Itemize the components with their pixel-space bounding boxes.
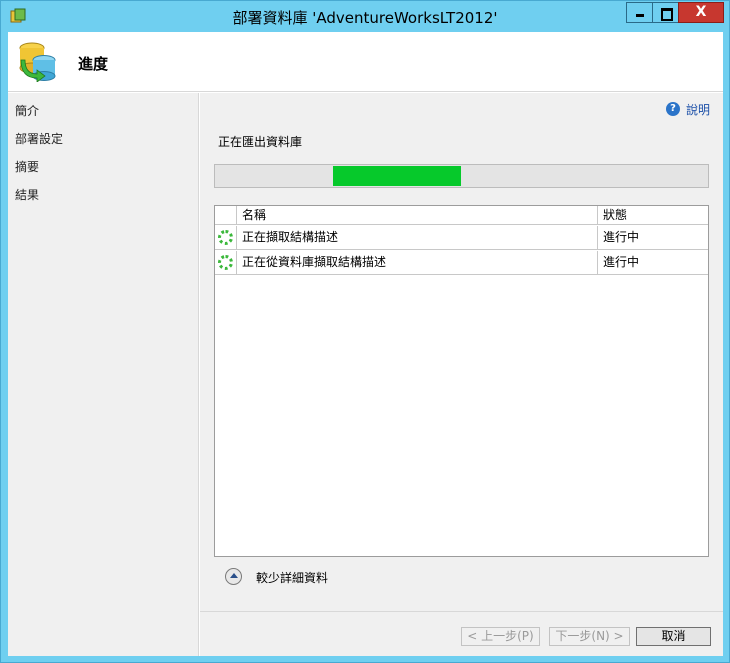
dialog-window: 部署資料庫 'AdventureWorksLT2012' X 進度 簡介 部署設… [0, 0, 730, 663]
maximize-button[interactable] [652, 2, 678, 23]
progress-bar [214, 164, 709, 188]
grid-row-status: 進行中 [603, 230, 640, 244]
dialog-client-area: 進度 簡介 部署設定 摘要 結果 ? 說明 正在匯出資料庫 名稱 狀態 正在擷取… [8, 32, 723, 656]
sidebar-item-intro[interactable]: 簡介 [15, 102, 39, 119]
database-deploy-icon [19, 42, 56, 82]
help-icon[interactable]: ? [666, 102, 680, 116]
wizard-nav-sidebar: 簡介 部署設定 摘要 結果 [8, 93, 199, 656]
grid-row-icon-cell [215, 251, 237, 275]
status-label: 正在匯出資料庫 [218, 135, 303, 149]
grid-header-status[interactable]: 狀態 [598, 206, 708, 225]
grid-header-name[interactable]: 名稱 [237, 206, 598, 225]
table-row[interactable]: 正在從資料庫擷取結構描述 進行中 [215, 251, 708, 275]
sidebar-item-results[interactable]: 結果 [15, 186, 39, 203]
details-toggle-label[interactable]: 較少詳細資料 [256, 569, 328, 586]
help-link[interactable]: 說明 [686, 101, 710, 118]
sidebar-item-summary[interactable]: 摘要 [15, 158, 39, 175]
spinner-icon [218, 230, 233, 245]
grid-row-name: 正在從資料庫擷取結構描述 [237, 251, 598, 275]
grid-header-icon-cell [215, 206, 237, 225]
close-button[interactable]: X [678, 2, 724, 23]
grid-row-status: 進行中 [603, 255, 640, 269]
page-title: 進度 [78, 55, 109, 73]
next-button[interactable]: 下一步(N) > [549, 627, 630, 646]
grid-row-name: 正在擷取結構描述 [237, 226, 598, 250]
progress-grid: 名稱 狀態 正在擷取結構描述 進行中 正在從資料庫擷取結構描述 進行中 [214, 205, 709, 557]
previous-button[interactable]: < 上一步(P) [461, 627, 540, 646]
progress-page: ? 說明 正在匯出資料庫 名稱 狀態 正在擷取結構描述 進行中 正在從資料庫擷取… [200, 93, 723, 611]
spinner-icon [218, 255, 233, 270]
sidebar-item-deploy-settings[interactable]: 部署設定 [15, 130, 63, 147]
page-header: 進度 [8, 32, 723, 92]
cancel-button[interactable]: 取消 [636, 627, 711, 646]
table-row[interactable]: 正在擷取結構描述 進行中 [215, 226, 708, 250]
close-icon: X [695, 4, 707, 20]
minimize-button[interactable] [626, 2, 652, 23]
collapse-details-icon[interactable] [225, 568, 242, 585]
grid-row-icon-cell [215, 226, 237, 250]
grid-header: 名稱 狀態 [215, 206, 708, 225]
progress-bar-fill [333, 166, 461, 186]
window-title: 部署資料庫 'AdventureWorksLT2012' [232, 9, 498, 27]
title-bar[interactable]: 部署資料庫 'AdventureWorksLT2012' X [1, 1, 729, 32]
wizard-footer: < 上一步(P) 下一步(N) > 取消 [200, 611, 723, 656]
